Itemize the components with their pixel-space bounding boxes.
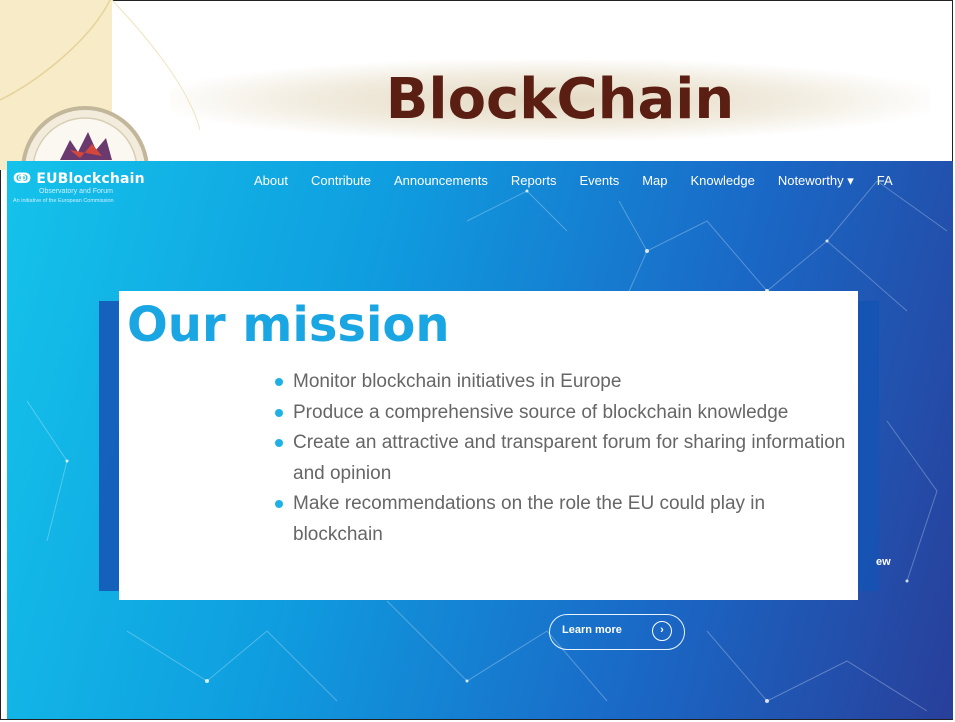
bullet-icon — [275, 500, 283, 508]
slide-title: BlockChain — [385, 67, 735, 132]
logo-text: EUBlockchain — [36, 171, 145, 187]
nav-about[interactable]: About — [254, 173, 288, 189]
mission-item: Make recommendations on the role the EU … — [271, 489, 851, 550]
website-screenshot: ↂ EUBlockchain Observatory and Forum An … — [7, 161, 953, 719]
logo-subtitle: Observatory and Forum — [39, 188, 113, 195]
bullet-icon — [275, 439, 283, 447]
nav-reports[interactable]: Reports — [511, 173, 557, 189]
learn-more-button[interactable]: Learn more › — [549, 614, 685, 650]
nav-announcements[interactable]: Announcements — [394, 173, 488, 189]
nav-map[interactable]: Map — [642, 173, 667, 189]
main-nav: About Contribute Announcements Reports E… — [254, 173, 916, 189]
nav-knowledge[interactable]: Knowledge — [691, 173, 755, 189]
mission-item: Produce a comprehensive source of blockc… — [271, 398, 851, 429]
mission-item: Monitor blockchain initiatives in Europe — [271, 367, 851, 398]
mission-title: Our mission — [127, 297, 450, 353]
partial-text: ew — [876, 556, 891, 568]
nav-events[interactable]: Events — [579, 173, 619, 189]
mission-item-text: Make recommendations on the role the EU … — [293, 493, 766, 545]
mission-list: Monitor blockchain initiatives in Europe… — [271, 367, 851, 550]
learn-more-label: Learn more — [562, 624, 622, 636]
mission-card: Our mission Monitor blockchain initiativ… — [119, 291, 858, 600]
site-logo[interactable]: ↂ EUBlockchain Observatory and Forum An … — [13, 171, 145, 204]
nav-faq[interactable]: FA — [877, 173, 893, 189]
mission-item-text: Monitor blockchain initiatives in Europe — [293, 371, 622, 392]
logo-icon: ↂ — [13, 171, 37, 187]
bullet-icon — [275, 408, 283, 417]
nav-contribute[interactable]: Contribute — [311, 173, 371, 189]
mission-item-text: Create an attractive and transparent for… — [293, 432, 846, 484]
chevron-right-icon: › — [652, 621, 672, 641]
bullet-icon — [275, 378, 283, 386]
logo-tagline: An initiative of the European Commission — [13, 198, 114, 204]
mission-item-text: Produce a comprehensive source of blockc… — [293, 401, 789, 423]
mission-item: Create an attractive and transparent for… — [271, 428, 851, 489]
nav-noteworthy[interactable]: Noteworthy ▾ — [778, 173, 854, 189]
